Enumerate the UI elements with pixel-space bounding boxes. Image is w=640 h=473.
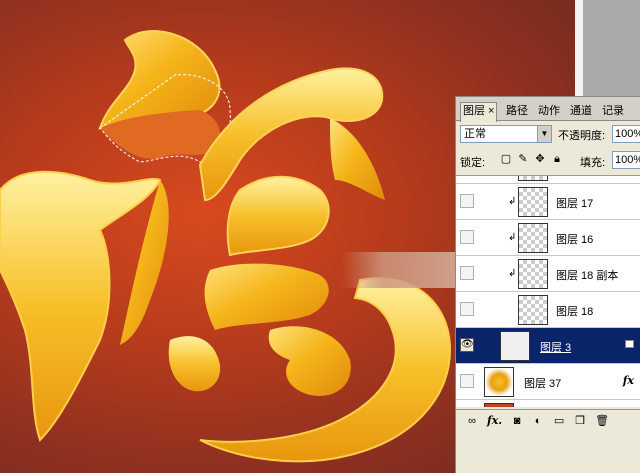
lock-all-icon[interactable]: 🔒︎ [551, 153, 563, 165]
clip-link-icon: ↲ [508, 268, 517, 279]
stroke-right-hook [330, 118, 385, 200]
tab-layers[interactable]: 图层 × [460, 102, 498, 122]
visibility-toggle[interactable] [460, 302, 474, 316]
fx-icon[interactable]: fx. [487, 414, 502, 427]
fill-label: 填充: [580, 157, 606, 169]
fill-input[interactable]: 100% [612, 151, 640, 169]
layer-thumbnail [518, 295, 548, 325]
layer-row-selected[interactable]: 👁︎ 图层 3 [456, 328, 640, 364]
mask-icon[interactable]: ◙ [511, 415, 523, 427]
adjustment-icon[interactable]: ◐ [532, 415, 544, 427]
layer-row[interactable]: 图层 37 fx [456, 364, 640, 400]
clip-link-icon: ↲ [508, 196, 517, 207]
link-icon[interactable]: ∞ [466, 415, 478, 427]
opacity-input[interactable]: 100% [612, 125, 640, 143]
lock-label: 锁定: [460, 157, 486, 169]
visibility-toggle[interactable] [460, 266, 474, 280]
layer-name: 图层 18 副本 [556, 270, 619, 282]
fx-icon[interactable]: fx [623, 374, 634, 387]
layer-thumbnail [518, 176, 548, 181]
visibility-toggle[interactable] [460, 194, 474, 208]
layer-thumbnail [518, 187, 548, 217]
new-layer-icon[interactable]: ❐ [574, 414, 586, 427]
layer-thumbnail [484, 367, 514, 397]
stroke-inner-swirl [268, 326, 351, 396]
blend-opacity-row: 正常 ▼ 不透明度: 100% [460, 125, 640, 145]
blend-mode-value: 正常 [464, 128, 486, 140]
layer-row-partial[interactable]: ↲ [456, 176, 640, 184]
folder-icon[interactable]: ▭ [553, 414, 565, 427]
tab-history[interactable]: 记录 [600, 103, 626, 121]
stroke-left-base [168, 336, 221, 392]
layer-row-background[interactable]: 👁︎ 背景 🔒︎ [456, 400, 640, 407]
layer-row[interactable]: 图层 18 [456, 292, 640, 328]
layer-thumbnail [518, 259, 548, 289]
panel-tabs: 图层 × 路径 动作 通道 记录 [456, 97, 640, 122]
layers-panel: 图层 × 路径 动作 通道 记录 正常 ▼ 不透明度: 100% 锁定: ▢ ✎… [455, 96, 640, 473]
layer-name: 图层 37 [524, 378, 562, 390]
layer-name: 图层 18 [556, 306, 594, 318]
trash-icon[interactable]: 🗑︎ [595, 414, 609, 427]
clip-link-icon: ↲ [508, 232, 517, 243]
eye-icon[interactable]: 👁︎ [460, 338, 474, 352]
chevron-down-icon[interactable]: ▼ [537, 126, 551, 142]
blend-mode-select[interactable]: 正常 ▼ [460, 125, 552, 143]
layer-thumbnail [518, 223, 548, 253]
tab-channels[interactable]: 通道 [568, 103, 594, 121]
layer-thumbnail [500, 331, 530, 361]
layer-list: ↲ ↲ 图层 17 ↲ 图层 16 ↲ 图层 18 副本 图层 18 👁︎ [456, 175, 640, 407]
layer-name: 图层 17 [556, 198, 594, 210]
lock-fill-row: 锁定: ▢ ✎ ✥ 🔒︎ 填充: 100% [460, 151, 640, 171]
layers-bottom-bar: ∞ fx. ◙ ◐ ▭ ❐ 🗑︎ [456, 409, 640, 431]
tab-paths[interactable]: 路径 [504, 103, 530, 121]
layer-row[interactable]: ↲ 图层 17 [456, 184, 640, 220]
lock-icons: ▢ ✎ ✥ 🔒︎ [500, 153, 563, 165]
lock-move-icon[interactable]: ✥ [534, 153, 546, 165]
layer-name: 图层 3 [540, 342, 572, 354]
layer-name: 图层 16 [556, 234, 594, 246]
visibility-toggle[interactable] [460, 230, 474, 244]
visibility-toggle[interactable] [460, 374, 474, 388]
layer-thumbnail [484, 403, 514, 407]
opacity-label: 不透明度: [558, 130, 606, 142]
layer-row[interactable]: ↲ 图层 16 [456, 220, 640, 256]
stroke-middle [226, 175, 330, 257]
lock-transparency-icon[interactable]: ▢ [500, 153, 512, 165]
lock-paint-icon[interactable]: ✎ [517, 153, 529, 165]
layer-row[interactable]: ↲ 图层 18 副本 [456, 256, 640, 292]
layer-mask-icon [625, 340, 634, 348]
stroke-mouth [204, 263, 329, 330]
tab-actions[interactable]: 动作 [536, 103, 562, 121]
